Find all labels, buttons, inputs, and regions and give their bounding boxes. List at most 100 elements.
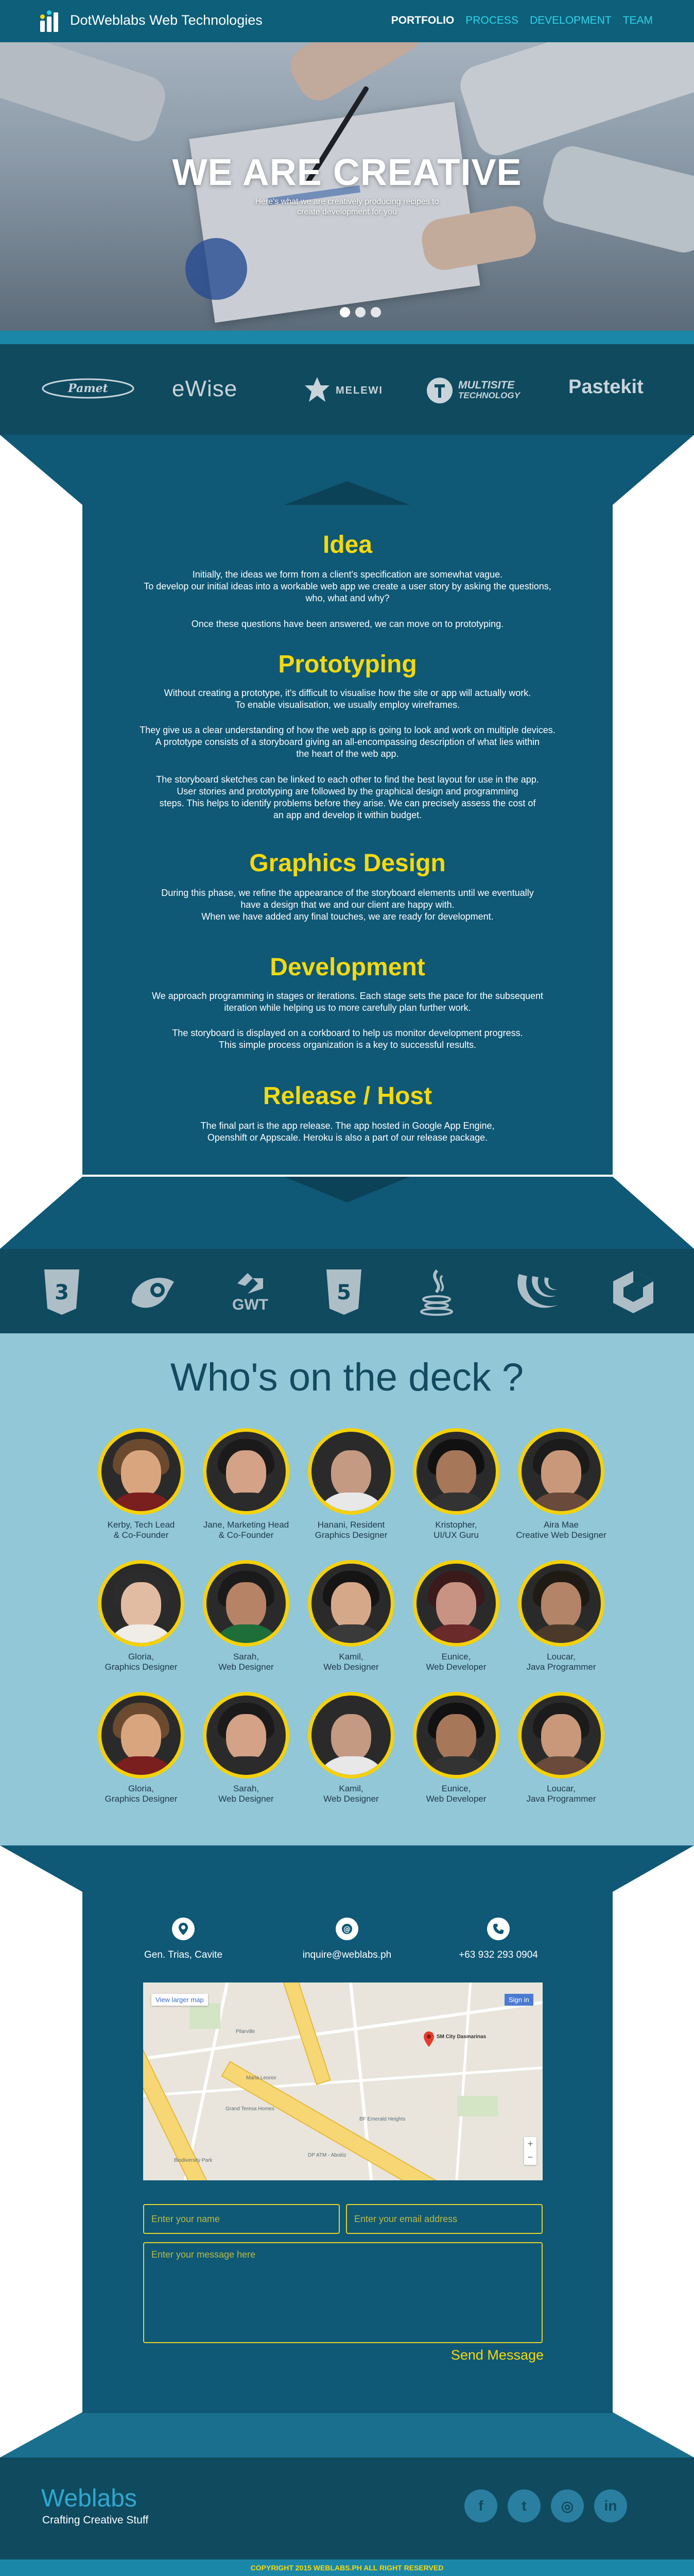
team-member-name: Jane, Marketing Head & Co-Founder — [203, 1520, 289, 1540]
avatar[interactable] — [413, 1428, 499, 1515]
avatar[interactable] — [98, 1428, 184, 1515]
clients-strip: Pamet eWise MELEWI MULTISITE TECHNOLOGY … — [0, 344, 694, 435]
twitter-icon[interactable]: t — [508, 2489, 541, 2522]
hero-carousel: WE ARE CREATIVE Here's what we are creat… — [0, 42, 694, 331]
angular-icon — [608, 1267, 659, 1317]
brand-logo-icon[interactable] — [39, 10, 60, 32]
java-icon — [411, 1267, 462, 1317]
footer-tagline: Crafting Creative Stuff — [42, 2514, 149, 2526]
process-text-release-host: The final part is the app release. The a… — [200, 1121, 495, 1143]
team-member-card: Sarah, Web Designer — [195, 1692, 298, 1804]
nav-link-process[interactable]: PROCESS — [465, 14, 518, 27]
nav-link-team[interactable]: TEAM — [623, 14, 653, 27]
map-marker-icon[interactable] — [423, 2031, 435, 2047]
svg-text:3: 3 — [55, 1281, 69, 1304]
phone-icon — [487, 1918, 510, 1940]
process-text-development-2: The storyboard is displayed on a corkboa… — [172, 1028, 523, 1050]
location-map[interactable]: Pilarville Maria Leonor Grand Teresa Hom… — [143, 1982, 543, 2180]
pamet-logo: Pamet — [42, 378, 134, 399]
melewi-logo — [305, 377, 329, 402]
hero-bottom-band — [0, 331, 694, 344]
avatar[interactable] — [203, 1692, 289, 1778]
team-member-name: Gloria, Graphics Designer — [105, 1652, 178, 1672]
map-sign-in-button[interactable]: Sign in — [505, 1994, 533, 2006]
map-zoom-controls[interactable]: + − — [524, 2137, 536, 2165]
hero-subtitle: Here's what we are creatively producing … — [255, 197, 439, 216]
team-member-card: Sarah, Web Designer — [195, 1560, 298, 1672]
team-member-name: Sarah, Web Designer — [218, 1784, 274, 1804]
team-member-name: Kamil, Web Designer — [323, 1784, 379, 1804]
team-member-name: Eunice, Web Developer — [426, 1784, 487, 1804]
process-panel — [82, 505, 613, 1175]
copyright-bar: COPYRIGHT 2015 WEBLABS.PH ALL RIGHT RESE… — [0, 2560, 694, 2576]
avatar[interactable] — [98, 1560, 184, 1647]
nav-links: PORTFOLIO PROCESS DEVELOPMENT TEAM — [391, 14, 653, 27]
team-member-card: Kamil, Web Designer — [300, 1692, 403, 1804]
client-multisite[interactable]: MULTISITE TECHNOLOGY — [425, 376, 520, 405]
top-navbar: DotWeblabs Web Technologies PORTFOLIO PR… — [0, 0, 694, 42]
team-member-card: Kerby, Tech Lead & Co-Founder — [90, 1428, 193, 1540]
gwt-icon: GWT — [224, 1267, 276, 1317]
process-title-idea: Idea — [322, 531, 373, 558]
message-textarea[interactable] — [143, 2242, 543, 2343]
avatar[interactable] — [308, 1692, 394, 1778]
process-title-development: Development — [270, 954, 425, 981]
team-member-card: Jane, Marketing Head & Co-Founder — [195, 1428, 298, 1540]
tech-strip: 3 GWT 5 — [0, 1249, 694, 1333]
avatar[interactable] — [413, 1560, 499, 1647]
contact-email[interactable]: inquire@weblabs.ph — [270, 1950, 424, 1961]
name-input[interactable] — [143, 2204, 340, 2234]
team-member-card: Loucar, Java Programmer — [510, 1692, 613, 1804]
process-text-prototyping-3: The storyboard sketches can be linked to… — [156, 774, 539, 820]
hero-title: WE ARE CREATIVE — [172, 152, 522, 193]
process-text-idea-1: Initially, the ideas we form from a clie… — [144, 569, 551, 603]
svg-text:5: 5 — [337, 1281, 351, 1304]
process-text-graphics-design: During this phase, we refine the appeara… — [161, 888, 534, 922]
html5-icon: 5 — [318, 1267, 370, 1317]
linkedin-icon[interactable]: in — [594, 2489, 627, 2522]
css3-icon: 3 — [36, 1267, 88, 1317]
client-pamet[interactable]: Pamet — [41, 376, 135, 401]
avatar[interactable] — [518, 1428, 604, 1515]
carousel-dot-3[interactable] — [371, 307, 381, 317]
team-member-card: Loucar, Java Programmer — [510, 1560, 613, 1672]
team-title: Who's on the deck ? — [170, 1355, 524, 1399]
team-member-name: Gloria, Graphics Designer — [105, 1784, 178, 1804]
team-member-card: Kamil, Web Designer — [300, 1560, 403, 1672]
brand-name[interactable]: DotWeblabs Web Technologies — [70, 12, 263, 28]
client-melewi[interactable]: MELEWI — [303, 376, 383, 405]
contact-phone[interactable]: +63 932 293 0904 — [421, 1950, 576, 1961]
carousel-dot-1[interactable] — [340, 307, 350, 317]
avatar[interactable] — [203, 1428, 289, 1515]
carousel-dot-2[interactable] — [355, 307, 366, 317]
facebook-icon[interactable]: f — [464, 2489, 497, 2522]
avatar[interactable] — [413, 1692, 499, 1778]
avatar[interactable] — [203, 1560, 289, 1647]
footer-brand[interactable]: Weblabs — [41, 2484, 137, 2513]
email-input[interactable] — [346, 2204, 543, 2234]
contact-address: Gen. Trias, Cavite — [144, 1950, 223, 1960]
view-larger-map-button[interactable]: View larger map — [151, 1994, 208, 2006]
nav-link-portfolio[interactable]: PORTFOLIO — [391, 14, 455, 27]
client-ewise[interactable]: eWise — [172, 376, 237, 402]
process-title-release-host: Release / Host — [263, 1082, 432, 1110]
team-member-card: Gloria, Graphics Designer — [90, 1560, 193, 1672]
nav-link-development[interactable]: DEVELOPMENT — [530, 14, 612, 27]
instagram-icon[interactable]: ◎ — [551, 2489, 584, 2522]
team-member-name: Kristopher, UI/UX Guru — [433, 1520, 479, 1540]
process-text-prototyping-2: They give us a clear understanding of ho… — [140, 725, 556, 759]
ewise-logo: eWise — [172, 376, 238, 401]
jquery-icon — [512, 1267, 563, 1317]
process-title-graphics-design: Graphics Design — [249, 850, 446, 877]
client-pastekit[interactable]: Pastekit — [568, 376, 644, 398]
svg-text:Pamet: Pamet — [67, 382, 108, 395]
avatar[interactable] — [308, 1428, 394, 1515]
avatar[interactable] — [518, 1692, 604, 1778]
avatar[interactable] — [308, 1560, 394, 1647]
team-member-name: Eunice, Web Developer — [426, 1652, 487, 1672]
team-member-name: Kerby, Tech Lead & Co-Founder — [107, 1520, 175, 1540]
send-message-button[interactable]: Send Message — [446, 2347, 544, 2363]
avatar[interactable] — [98, 1692, 184, 1778]
avatar[interactable] — [518, 1560, 604, 1647]
location-pin-icon — [172, 1918, 195, 1940]
